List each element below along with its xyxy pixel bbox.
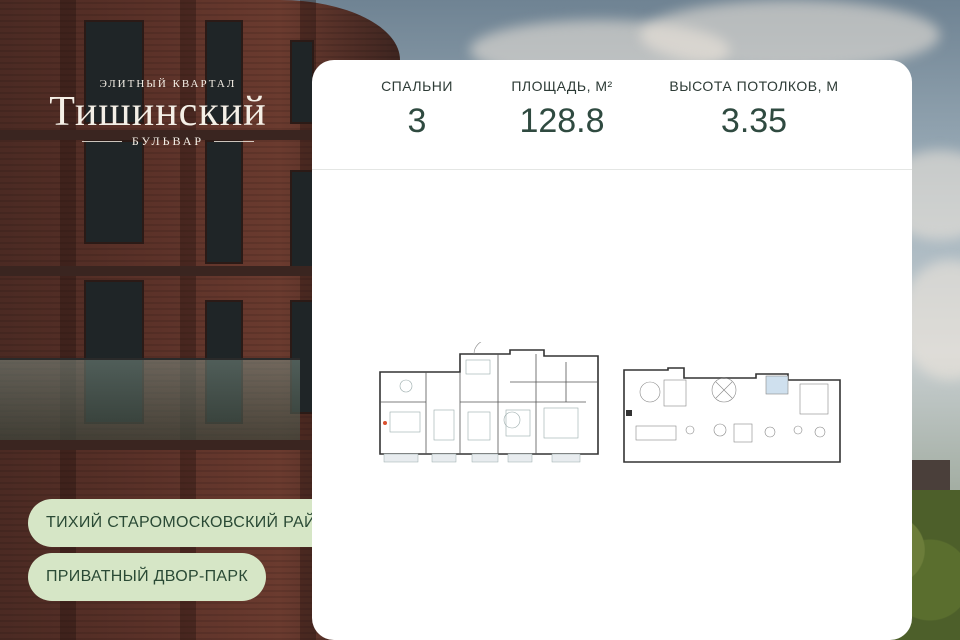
stat-area: ПЛОЩАДЬ, М² 128.8 [502,78,622,141]
bedrooms-label: СПАЛЬНИ [381,78,453,94]
bedrooms-value: 3 [407,102,427,140]
apartment-card: СПАЛЬНИ 3 ПЛОЩАДЬ, М² 128.8 ВЫСОТА ПОТОЛ… [312,60,912,640]
area-value: 128.8 [519,102,605,140]
floor-plan-apartment[interactable] [376,342,602,470]
ceiling-label: ВЫСОТА ПОТОЛКОВ, М [669,78,839,94]
ceiling-value: 3.35 [720,102,788,140]
feature-pill-district: ТИХИЙ СТАРОМОСКОВСКИЙ РАЙОН [28,499,359,547]
stat-ceiling-height: ВЫСОТА ПОТОЛКОВ, М 3.35 [662,78,846,141]
logo-subname: БУЛЬВАР [131,134,205,148]
divider-line [214,141,255,142]
stats-divider [312,169,912,170]
stats-row: СПАЛЬНИ 3 ПЛОЩАДЬ, М² 128.8 ВЫСОТА ПОТОЛ… [312,60,912,170]
area-label: ПЛОЩАДЬ, М² [511,78,613,94]
stat-bedrooms: СПАЛЬНИ 3 [372,78,462,141]
logo-subname-row: БУЛЬВАР [58,134,278,149]
floor-plan-terrace[interactable] [620,366,842,466]
brand-logo: ЭЛИТНЫЙ КВАРТАЛ Тишинский БУЛЬВАР [38,78,278,149]
logo-name: Тишинский [49,89,267,135]
feature-pill-park: ПРИВАТНЫЙ ДВОР-ПАРК [28,553,266,601]
divider-line [81,141,122,142]
